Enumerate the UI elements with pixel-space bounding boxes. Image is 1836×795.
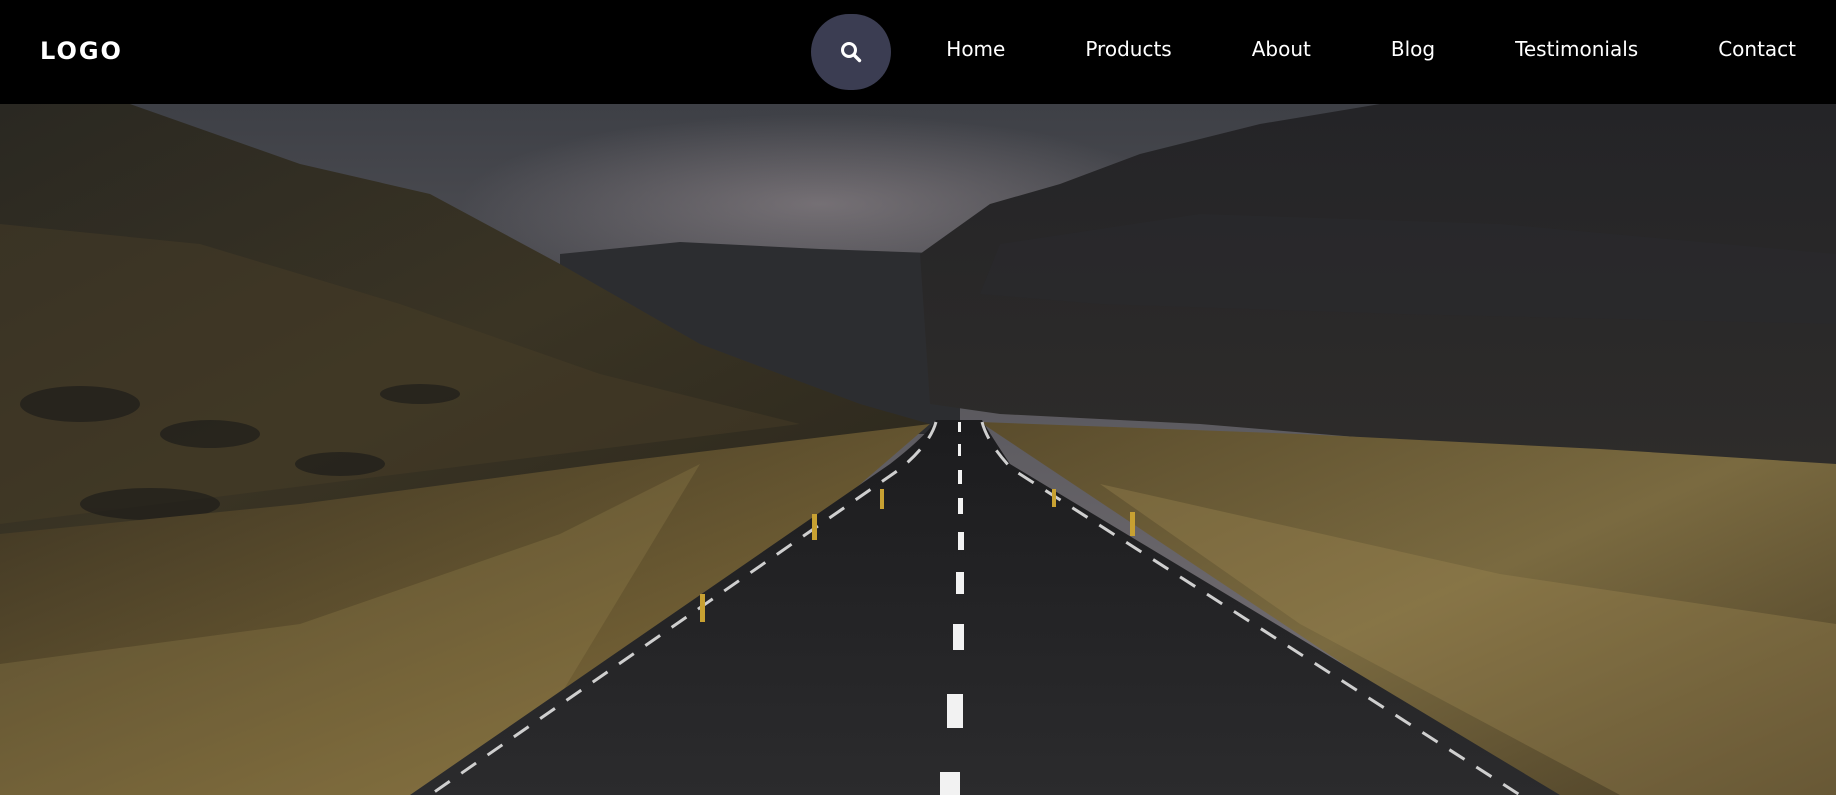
main-nav: Home Products About Blog Testimonials Co…	[946, 34, 1796, 64]
navbar: LOGO Home Products About Blog Testimonia…	[0, 0, 1836, 104]
search-button[interactable]	[811, 14, 891, 90]
nav-products[interactable]: Products	[1085, 34, 1171, 64]
hero-image	[0, 104, 1836, 795]
road-landscape-illustration	[0, 104, 1836, 795]
nav-blog[interactable]: Blog	[1391, 34, 1435, 64]
nav-testimonials[interactable]: Testimonials	[1515, 34, 1638, 64]
nav-about[interactable]: About	[1252, 34, 1311, 64]
logo[interactable]: LOGO	[40, 36, 123, 66]
search-icon	[840, 41, 862, 63]
nav-contact[interactable]: Contact	[1718, 34, 1796, 64]
nav-home[interactable]: Home	[946, 34, 1005, 64]
